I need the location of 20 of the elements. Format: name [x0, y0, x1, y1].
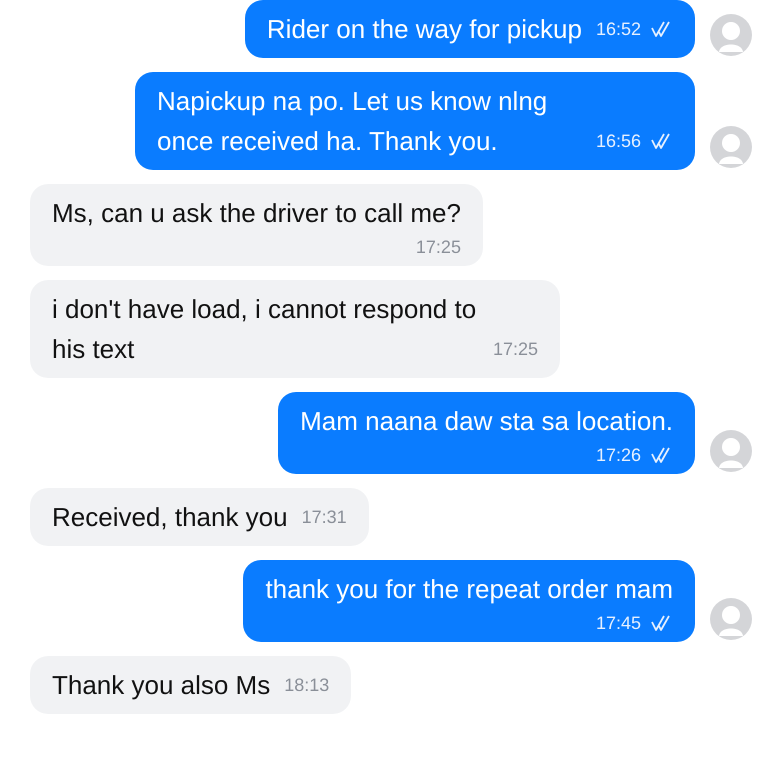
message-text: Mam naana daw sta sa location.: [300, 405, 673, 438]
avatar-icon: [710, 126, 752, 168]
message-text: Napickup na po. Let us know nlng once received ha. Thank you.: [157, 85, 548, 158]
message-time: 16:52: [596, 18, 641, 40]
message-text: Thank you also Ms: [52, 669, 270, 702]
avatar-icon: [710, 14, 752, 56]
avatar-icon: [710, 430, 752, 472]
message-time: 17:45: [596, 612, 641, 634]
message-text: thank you for the repeat order mam: [265, 573, 673, 606]
message-time: 17:31: [302, 506, 347, 528]
message-time: 17:25: [416, 236, 461, 258]
message-time: 17:25: [492, 338, 538, 360]
message-text: Ms, can u ask the driver to call me?: [52, 197, 461, 230]
message-text: i don't have load, i cannot respond to his text: [52, 293, 478, 366]
message-time: 18:13: [284, 674, 330, 696]
avatar-icon: [710, 598, 752, 640]
message-text: Received, thank you: [52, 501, 288, 534]
message-time: 16:56: [596, 130, 641, 152]
message-time: 17:26: [596, 444, 641, 466]
message-text: Rider on the way for pickup: [266, 13, 582, 46]
